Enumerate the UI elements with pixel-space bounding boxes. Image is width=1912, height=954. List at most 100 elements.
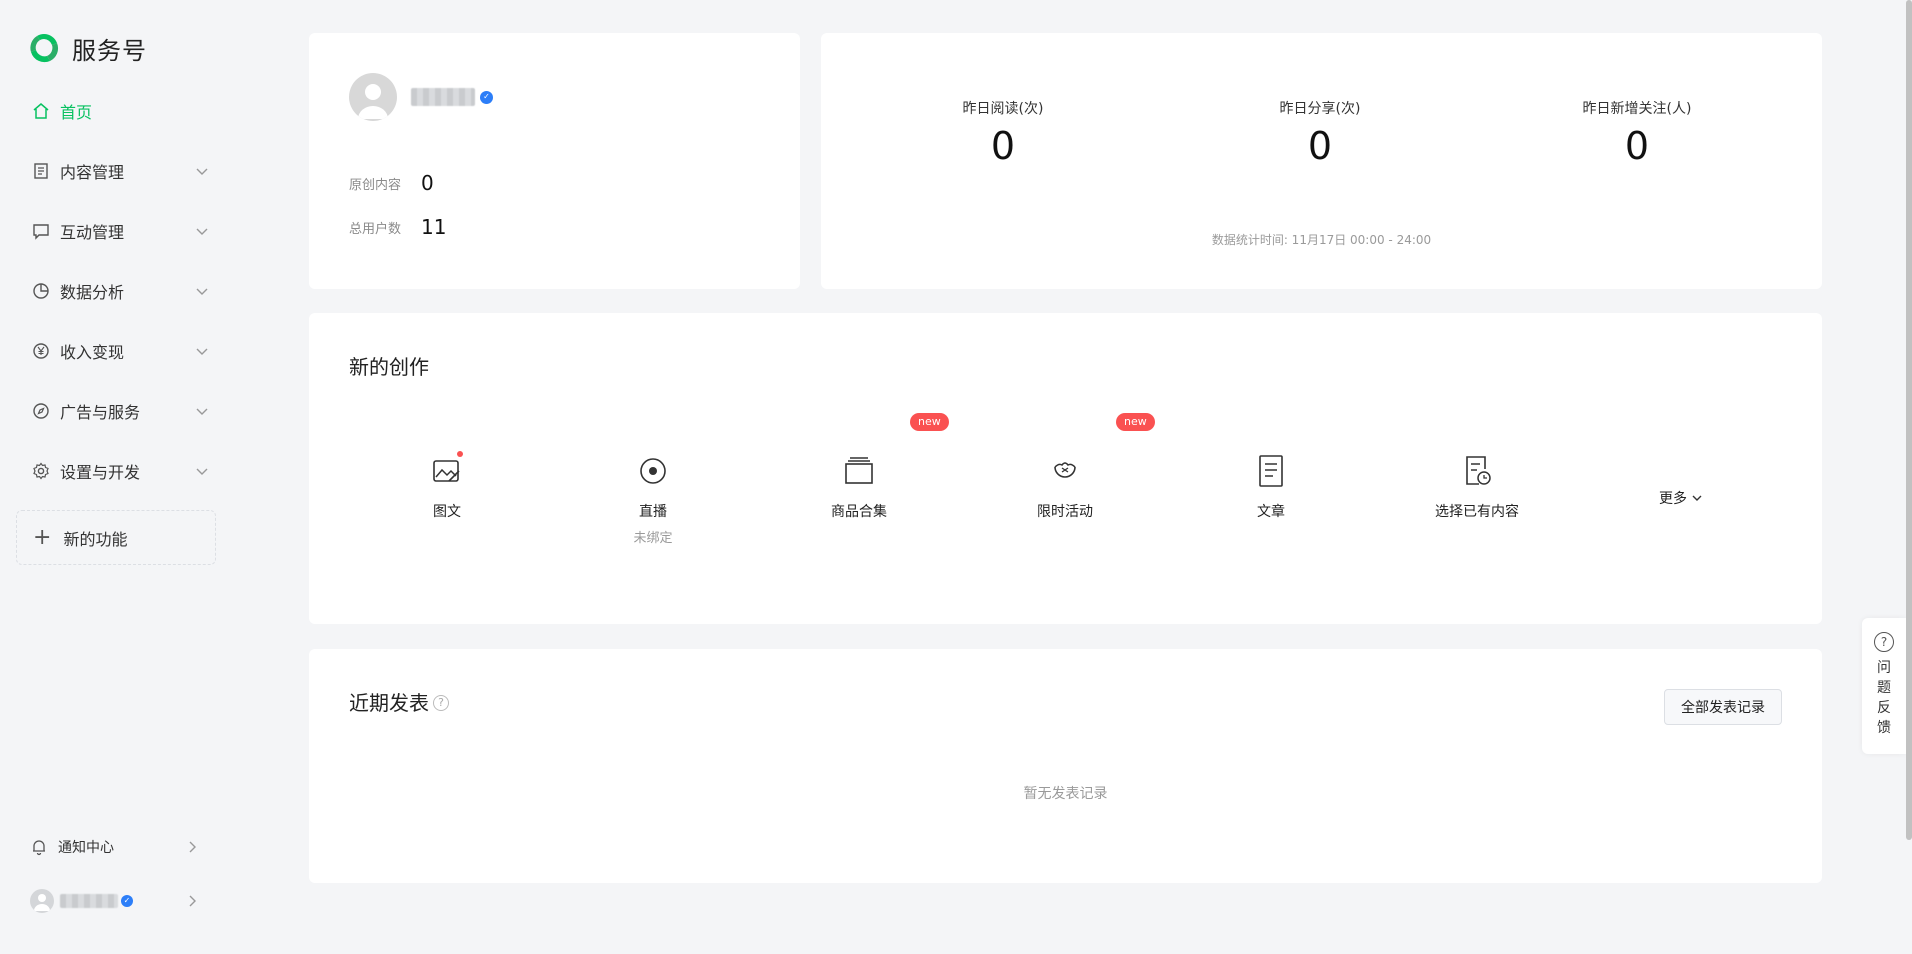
yen-icon — [30, 340, 52, 362]
original-content-stat: 原创内容 0 — [349, 171, 434, 195]
new-feature-button[interactable]: + 新的功能 — [16, 510, 216, 565]
tool-limited-event[interactable]: 限时活动 — [985, 453, 1145, 521]
bell-icon — [33, 840, 45, 856]
sidebar-item-label: 数据分析 — [60, 283, 125, 302]
profile-card: ✓ 原创内容 0 总用户数 11 — [309, 33, 800, 289]
live-icon — [635, 453, 671, 489]
chevron-down-icon — [196, 348, 208, 355]
avatar[interactable] — [349, 73, 397, 121]
all-records-button[interactable]: 全部发表记录 — [1664, 689, 1782, 725]
tool-live[interactable]: 直播 未绑定 — [573, 453, 733, 546]
tool-label: 商品合集 — [831, 504, 887, 520]
section-title: 新的创作 — [349, 355, 429, 379]
more-label: 更多 — [1659, 491, 1687, 507]
more-button[interactable]: 更多 — [1659, 488, 1703, 508]
stat-label: 昨日新增关注(人) — [1582, 101, 1692, 117]
compass-icon — [30, 400, 52, 422]
total-users-stat: 总用户数 11 — [349, 215, 446, 239]
image-text-icon — [429, 451, 465, 489]
tool-label: 限时活动 — [1037, 504, 1093, 520]
chevron-down-icon — [196, 288, 208, 295]
chevron-down-icon — [196, 228, 208, 235]
chevron-down-icon — [196, 408, 208, 415]
stat-label: 昨日阅读(次) — [962, 101, 1044, 117]
stats-time-range: 数据统计时间: 11月17日 00:00 - 24:00 — [1211, 233, 1432, 247]
product-collection-icon — [841, 453, 877, 489]
stat-value: 0 — [1624, 124, 1650, 168]
sidebar-item-label: 内容管理 — [60, 163, 125, 182]
verified-icon: ✓ — [121, 895, 133, 907]
notification-label: 通知中心 — [58, 840, 114, 856]
sidebar-item-label: 首页 — [60, 103, 93, 122]
chat-icon — [30, 220, 52, 242]
plus-icon: + — [33, 524, 52, 550]
verified-icon: ✓ — [480, 90, 493, 104]
chevron-down-icon — [1692, 495, 1702, 501]
notification-center[interactable]: 通知中心 — [30, 832, 200, 862]
tool-product-collection[interactable]: 商品合集 — [779, 453, 939, 521]
recent-card: 近期发表? 全部发表记录 暂无发表记录 — [309, 649, 1822, 883]
empty-state: 暂无发表记录 — [1023, 786, 1108, 802]
chevron-right-icon — [189, 895, 196, 907]
gear-icon — [30, 460, 52, 482]
sidebar-item-income[interactable]: 收入变现 — [30, 336, 210, 366]
feedback-label: 问题反馈 — [1877, 660, 1891, 736]
brand-name: 服务号 — [72, 36, 147, 65]
stat-value: 0 — [421, 171, 434, 195]
feedback-button[interactable]: ? 问题反馈 — [1862, 618, 1906, 754]
stat-value: 11 — [421, 215, 447, 239]
question-icon: ? — [1874, 632, 1894, 652]
tool-select-existing[interactable]: 选择已有内容 — [1397, 453, 1557, 521]
tool-label: 图文 — [433, 504, 461, 520]
stat-new-follows: 昨日新增关注(人) 0 — [1537, 98, 1737, 168]
sidebar-item-label: 互动管理 — [60, 223, 125, 242]
avatar — [30, 889, 54, 913]
account-name-blurred — [411, 88, 475, 106]
account-name-row: ✓ — [411, 88, 493, 106]
sidebar-item-home[interactable]: 首页 — [30, 96, 210, 126]
stats-card: 昨日阅读(次) 0 昨日分享(次) 0 昨日新增关注(人) 0 数据统计时间: … — [821, 33, 1822, 289]
brand[interactable]: 服务号 — [26, 30, 147, 66]
stat-reads: 昨日阅读(次) 0 — [903, 98, 1103, 168]
home-icon — [30, 100, 52, 122]
sidebar-item-label: 广告与服务 — [60, 403, 141, 422]
sidebar-item-interaction[interactable]: 互动管理 — [30, 216, 210, 246]
sidebar-item-ads[interactable]: 广告与服务 — [30, 396, 210, 426]
stat-label: 总用户数 — [349, 221, 402, 237]
stat-label: 昨日分享(次) — [1279, 101, 1361, 117]
account-menu[interactable]: ✓ — [30, 886, 200, 916]
stat-shares: 昨日分享(次) 0 — [1220, 98, 1420, 168]
tool-label: 文章 — [1257, 504, 1285, 520]
recent-title: 近期发表 — [349, 691, 429, 715]
section-title: 近期发表? — [349, 687, 449, 716]
help-icon[interactable]: ? — [433, 694, 449, 711]
scrollbar[interactable] — [1906, 0, 1912, 840]
chevron-down-icon — [196, 168, 208, 175]
tool-label: 直播 — [639, 504, 667, 520]
brand-logo-icon — [30, 34, 59, 63]
chevron-down-icon — [196, 468, 208, 475]
sidebar-item-label: 设置与开发 — [60, 463, 141, 482]
stat-label: 原创内容 — [349, 177, 402, 193]
tool-status: 未绑定 — [633, 531, 673, 546]
new-badge: new — [910, 413, 949, 431]
sidebar-item-content[interactable]: 内容管理 — [30, 156, 210, 186]
stat-value: 0 — [1307, 124, 1333, 168]
new-feature-label: 新的功能 — [63, 529, 128, 549]
create-card: 新的创作 new new 图文 直播 未绑定 商品合集 限时活动 文章 选择已有… — [309, 313, 1822, 624]
account-name-blurred — [60, 894, 118, 908]
tomato-icon — [1047, 453, 1083, 489]
pie-chart-icon — [30, 280, 52, 302]
sidebar-item-label: 收入变现 — [60, 343, 125, 362]
tool-label: 选择已有内容 — [1435, 504, 1519, 520]
tool-article[interactable]: 文章 — [1191, 453, 1351, 521]
sidebar-item-analytics[interactable]: 数据分析 — [30, 276, 210, 306]
new-badge: new — [1116, 413, 1155, 431]
notification-dot — [457, 451, 463, 457]
stat-value: 0 — [990, 124, 1016, 168]
document-icon — [30, 160, 52, 182]
chevron-right-icon — [189, 841, 196, 853]
tool-image-text[interactable]: 图文 — [367, 451, 527, 521]
sidebar-item-settings[interactable]: 设置与开发 — [30, 456, 210, 486]
select-content-icon — [1459, 453, 1495, 489]
